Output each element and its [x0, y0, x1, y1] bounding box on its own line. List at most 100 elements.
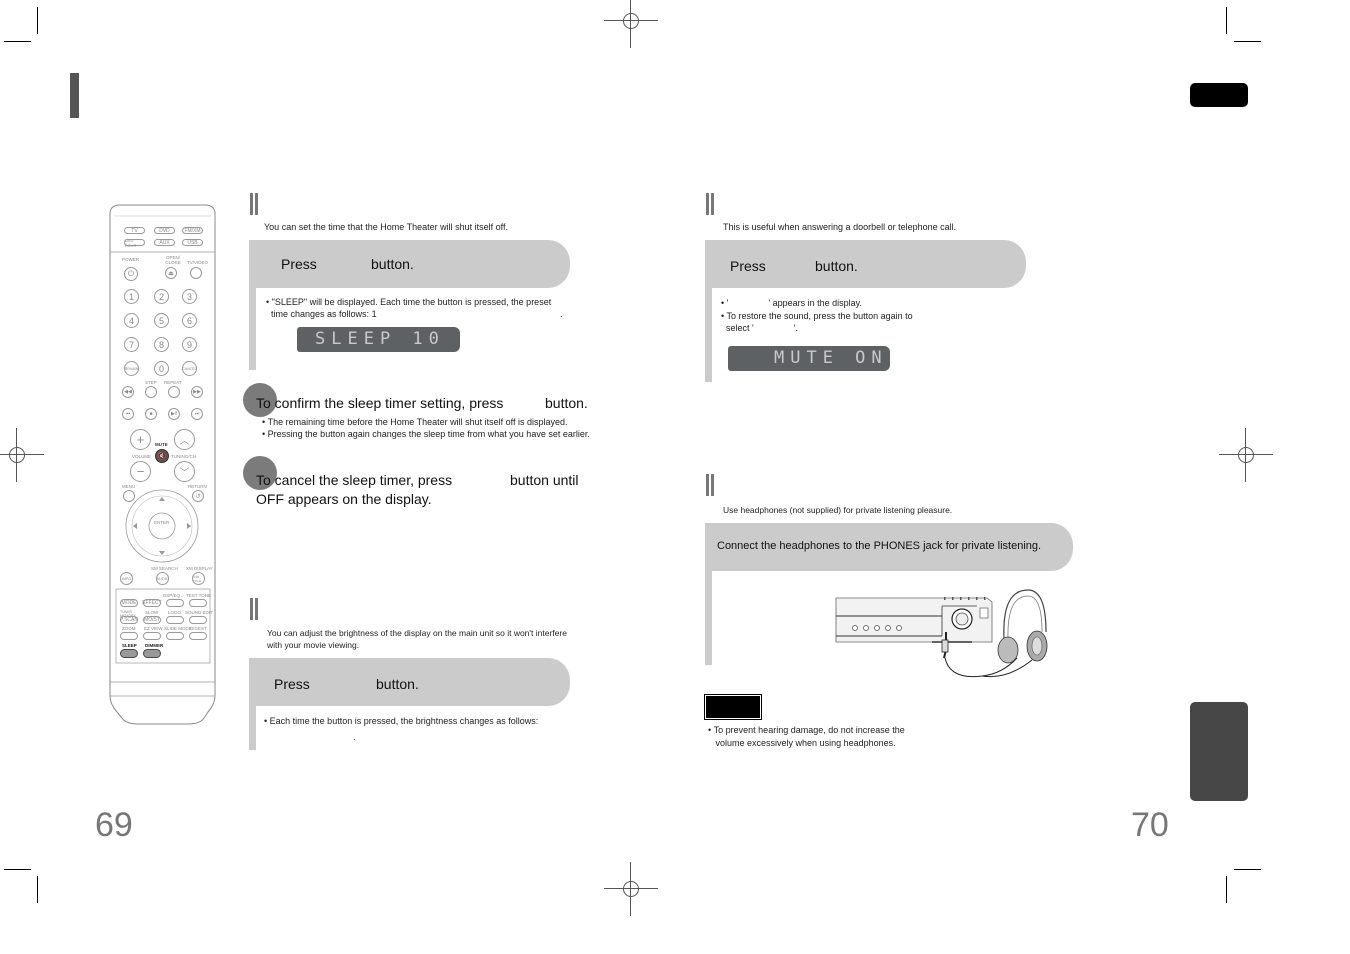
repeat-label: REPEAT: [164, 380, 182, 385]
mute-bullet-2: • To restore the sound, press the button…: [721, 311, 913, 333]
mute-icon: 🔇: [157, 453, 167, 460]
step-2-bullet-2: • Pressing the button again changes the …: [262, 429, 590, 439]
test-tone-button[interactable]: [189, 599, 207, 607]
skip-back-button[interactable]: ⏮: [122, 408, 134, 420]
digit-7-button[interactable]: 7: [124, 337, 139, 352]
stop-button[interactable]: ■: [145, 408, 157, 420]
remote-aux-button[interactable]: AUX: [154, 239, 175, 246]
power-icon: ⏻: [127, 269, 135, 278]
fast-forward-button[interactable]: ▶▶: [191, 386, 203, 398]
headphones-note-line1: To prevent hearing damage, do not increa…: [713, 725, 905, 735]
dimmer-label: DIMMER: [145, 643, 164, 648]
remote-dvd-rcvr-button[interactable]: DVD RCVR: [124, 238, 145, 248]
mute-button[interactable]: 🔇: [155, 449, 169, 463]
button-label: button.: [371, 256, 414, 272]
digest-button[interactable]: [189, 632, 207, 640]
return-icon: ↺: [195, 493, 201, 500]
mute-bullet-2-line2: select ' '.: [726, 323, 798, 333]
audio-button[interactable]: AUDIO: [156, 572, 169, 585]
dimmer-step-box: Press button.: [249, 658, 570, 706]
zoom-button[interactable]: [120, 632, 138, 640]
digit-1-button[interactable]: 1: [124, 289, 139, 304]
crop-mark: [1234, 869, 1261, 870]
p-scan-button[interactable]: P.SCAN: [120, 616, 138, 624]
step-button[interactable]: [145, 386, 157, 398]
xm-display-label: XM DISPLAY: [186, 566, 213, 571]
menu-button[interactable]: [123, 490, 135, 502]
dimmer-button[interactable]: [143, 649, 161, 658]
remote-dvd-button[interactable]: DVD: [154, 227, 175, 234]
mute-bullet-1-text: ' ' appears in the display.: [726, 298, 862, 308]
digit-3-button[interactable]: 3: [182, 289, 197, 304]
mute-bullet-1: • ' ' appears in the display.: [721, 298, 862, 308]
digit-9-button[interactable]: 9: [182, 337, 197, 352]
chevron-up-icon: ︿: [179, 436, 190, 447]
step-3-button: button until: [510, 472, 579, 488]
eject-icon: ⏏: [168, 270, 174, 277]
test-tone-label: TEST TONE: [186, 593, 212, 598]
mute-label: MUTE: [155, 442, 168, 447]
digit-6-button[interactable]: 6: [182, 313, 197, 328]
headphones-rule: [705, 571, 712, 665]
digit-2-button[interactable]: 2: [154, 289, 169, 304]
enter-label[interactable]: ENTER: [154, 520, 169, 525]
digit-8-button[interactable]: 8: [154, 337, 169, 352]
headphones-step-box: Connect the headphones to the PHONES jac…: [705, 523, 1073, 571]
tuning-up-button[interactable]: ︿: [174, 429, 195, 450]
crop-mark: [4, 41, 31, 42]
logo-button[interactable]: [166, 616, 184, 624]
effect-button[interactable]: EFFECT: [142, 599, 162, 607]
step-3-line1: To cancel the sleep timer, press: [256, 472, 453, 488]
volume-up-button[interactable]: +: [130, 429, 151, 450]
remain-button[interactable]: REMAIN: [124, 361, 139, 376]
remote-fmxm-button[interactable]: FM/XM: [182, 227, 203, 234]
section-marker: [706, 193, 715, 215]
step-2-bullet-1: • The remaining time before the Home The…: [262, 417, 568, 427]
tuning-down-button[interactable]: ﹀: [174, 461, 195, 482]
crop-mark: [37, 876, 38, 903]
registration-mark: [604, 0, 658, 48]
ez-view-label: EZ VIEW: [144, 626, 163, 631]
skip-back-icon: ⏮: [125, 411, 131, 417]
zoom-label: ZOOM: [122, 626, 136, 631]
subtitle-button[interactable]: SUB TITLE: [192, 572, 205, 585]
open-close-button[interactable]: ⏏: [165, 267, 177, 279]
sleep-lcd-display: SLEEP 10: [297, 327, 460, 352]
rewind-button[interactable]: ◀◀: [122, 386, 134, 398]
power-button[interactable]: ⏻: [124, 267, 138, 281]
dsp-eq-button[interactable]: [166, 599, 184, 607]
headphones-step-text: Connect the headphones to the PHONES jac…: [717, 540, 1042, 552]
skip-forward-button[interactable]: ⏭: [191, 408, 203, 420]
ez-view-button[interactable]: [143, 632, 161, 640]
dimmer-intro-line1: You can adjust the brightness of the dis…: [267, 628, 567, 638]
sleep-button[interactable]: [120, 649, 138, 658]
section-marker: [250, 193, 259, 215]
mute-intro: This is useful when answering a doorbell…: [723, 222, 957, 232]
play-pause-button[interactable]: ▶‖: [168, 408, 180, 420]
digit-0-button[interactable]: 0: [154, 361, 169, 376]
step-2-button: button.: [545, 395, 588, 411]
remote-usb-button[interactable]: USB: [182, 239, 203, 246]
digit-4-button[interactable]: 4: [124, 313, 139, 328]
repeat-button[interactable]: [168, 386, 180, 398]
volume-down-button[interactable]: −: [130, 461, 151, 482]
sleep-rule: [249, 288, 256, 370]
slide-mode-button[interactable]: [166, 632, 184, 640]
dimmer-rule: [249, 706, 256, 750]
remote-tv-button[interactable]: TV: [124, 227, 145, 234]
dimmer-bullet-end: .: [353, 732, 356, 742]
tv-video-button[interactable]: [190, 267, 202, 279]
dimmer-bullet: • Each time the button is pressed, the b…: [264, 716, 539, 726]
cancel-button[interactable]: CANCEL: [182, 361, 197, 376]
receiver-icon: [835, 597, 993, 643]
sleep-bullet-end: .: [560, 309, 563, 319]
info-button[interactable]: INFO: [120, 572, 133, 585]
return-button[interactable]: ↺: [192, 490, 204, 502]
sound-edit-button[interactable]: [189, 616, 207, 624]
button-label: button.: [815, 258, 858, 274]
mo-st-button[interactable]: MO/ST: [143, 616, 161, 624]
mode-button[interactable]: MODE: [120, 599, 138, 607]
rewind-icon: ◀◀: [124, 389, 132, 395]
plus-icon: +: [136, 432, 145, 447]
digit-5-button[interactable]: 5: [154, 313, 169, 328]
